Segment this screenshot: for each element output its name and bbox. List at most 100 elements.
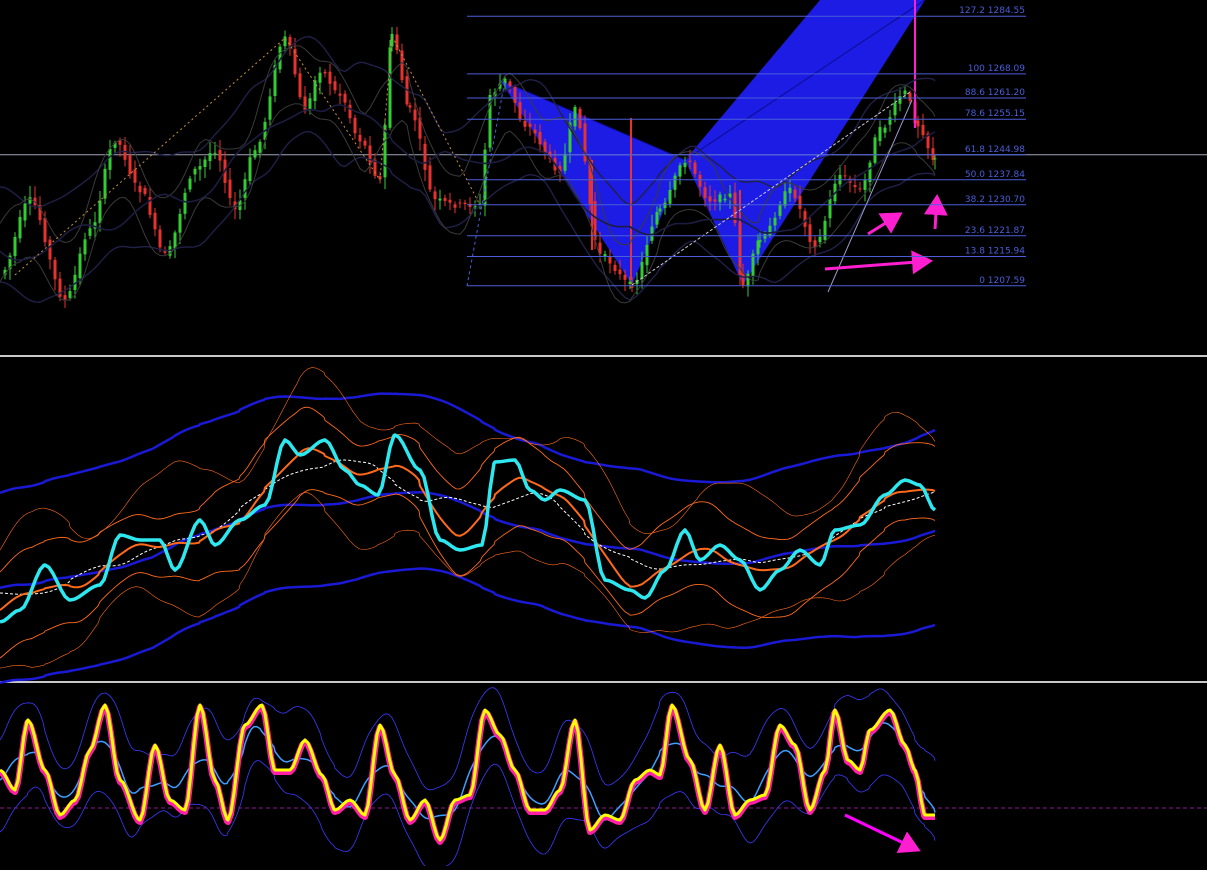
panel-separator-1[interactable] [0, 355, 1207, 357]
candle-body[interactable] [128, 155, 132, 175]
candle-body[interactable] [903, 90, 907, 95]
candle-body[interactable] [193, 168, 197, 175]
candle-body[interactable] [68, 291, 72, 298]
candle-body[interactable] [108, 148, 112, 170]
candle-body[interactable] [663, 202, 667, 208]
candle-body[interactable] [253, 150, 257, 158]
candle-body[interactable] [718, 194, 722, 203]
candle-body[interactable] [683, 162, 687, 168]
candle-body[interactable] [303, 96, 307, 112]
candle-body[interactable] [623, 274, 627, 280]
candle-body[interactable] [313, 80, 317, 101]
candle-body[interactable] [868, 162, 872, 182]
candle-body[interactable] [353, 117, 357, 134]
candle-body[interactable] [828, 198, 832, 219]
candle-body[interactable] [103, 168, 107, 199]
candle-body[interactable] [228, 179, 232, 198]
divergence-arrow[interactable] [844, 813, 921, 854]
candle-body[interactable] [853, 185, 857, 187]
candle-body[interactable] [133, 169, 137, 183]
candle-body[interactable] [630, 286, 634, 288]
candle-body[interactable] [933, 158, 937, 160]
candle-body[interactable] [78, 253, 82, 279]
candle-body[interactable] [98, 200, 102, 224]
candle-body[interactable] [463, 202, 467, 204]
candle-body[interactable] [823, 220, 827, 240]
candle-body[interactable] [178, 213, 182, 233]
candle-body[interactable] [83, 239, 87, 255]
candle-body[interactable] [708, 196, 712, 202]
candle-body[interactable] [13, 237, 17, 257]
candle-body[interactable] [43, 217, 47, 243]
candle-body[interactable] [188, 178, 192, 190]
candle-body[interactable] [268, 96, 272, 120]
divergence-arrow[interactable] [923, 194, 948, 230]
candle-body[interactable] [88, 228, 92, 236]
candle-body[interactable] [908, 92, 912, 101]
candle-body[interactable] [318, 72, 322, 83]
candle-body[interactable] [138, 185, 142, 193]
candle-body[interactable] [348, 104, 352, 119]
candle-body[interactable] [758, 240, 762, 243]
candle-body[interactable] [213, 152, 217, 154]
candle-body[interactable] [688, 160, 692, 162]
candle-body[interactable] [173, 232, 177, 249]
candle-body[interactable] [443, 197, 447, 201]
candle-body[interactable] [763, 234, 767, 239]
candle-body[interactable] [323, 71, 327, 74]
candle-body[interactable] [328, 71, 332, 84]
candle-body[interactable] [183, 192, 187, 214]
harmonic-bcd-triangle[interactable] [685, 0, 925, 285]
candle-body[interactable] [203, 159, 207, 168]
candle-body[interactable] [118, 140, 122, 145]
candle-body[interactable] [358, 134, 362, 142]
candle-body[interactable] [788, 187, 792, 194]
candle-body[interactable] [640, 261, 644, 279]
candle-body[interactable] [883, 127, 887, 133]
candle-body[interactable] [533, 129, 537, 134]
candle-body[interactable] [198, 166, 202, 170]
candle-body[interactable] [793, 189, 797, 199]
candle-body[interactable] [218, 150, 222, 161]
candle-body[interactable] [248, 157, 252, 181]
candle-body[interactable] [28, 197, 32, 204]
candle-body[interactable] [578, 108, 582, 129]
candle-body[interactable] [931, 148, 935, 160]
candle-body[interactable] [53, 259, 57, 280]
candle-body[interactable] [873, 137, 877, 163]
candle-body[interactable] [48, 239, 52, 260]
candle-body[interactable] [628, 281, 632, 284]
divergence-arrow[interactable] [867, 212, 903, 236]
candle-body[interactable] [808, 224, 812, 242]
candle-body[interactable] [208, 153, 212, 161]
candle-body[interactable] [645, 245, 649, 266]
candle-body[interactable] [723, 198, 727, 201]
candle-body[interactable] [448, 199, 452, 203]
fib-trendline[interactable] [466, 79, 506, 287]
candle-body[interactable] [783, 191, 787, 206]
candle-body[interactable] [618, 269, 622, 275]
candle-body[interactable] [508, 81, 512, 86]
candle-body[interactable] [563, 153, 567, 171]
candle-body[interactable] [613, 264, 617, 271]
candle-body[interactable] [673, 175, 677, 190]
candle-body[interactable] [538, 131, 542, 145]
candle-body[interactable] [746, 273, 750, 287]
candle-body[interactable] [453, 204, 457, 208]
candle-body[interactable] [338, 93, 342, 96]
candle-body[interactable] [698, 174, 702, 187]
candle-body[interactable] [293, 49, 297, 75]
candle-body[interactable] [518, 102, 522, 120]
candle-body[interactable] [863, 180, 867, 190]
candle-body[interactable] [333, 81, 337, 91]
candle-body[interactable] [655, 212, 659, 225]
candle-body[interactable] [458, 202, 462, 204]
candle-body[interactable] [243, 179, 247, 198]
candle-body[interactable] [528, 123, 532, 127]
candle-body[interactable] [63, 295, 67, 300]
candle-body[interactable] [308, 98, 312, 111]
candle-body[interactable] [778, 205, 782, 216]
candle-body[interactable] [158, 229, 162, 248]
candle-body[interactable] [703, 187, 707, 199]
candle-body[interactable] [773, 217, 777, 226]
